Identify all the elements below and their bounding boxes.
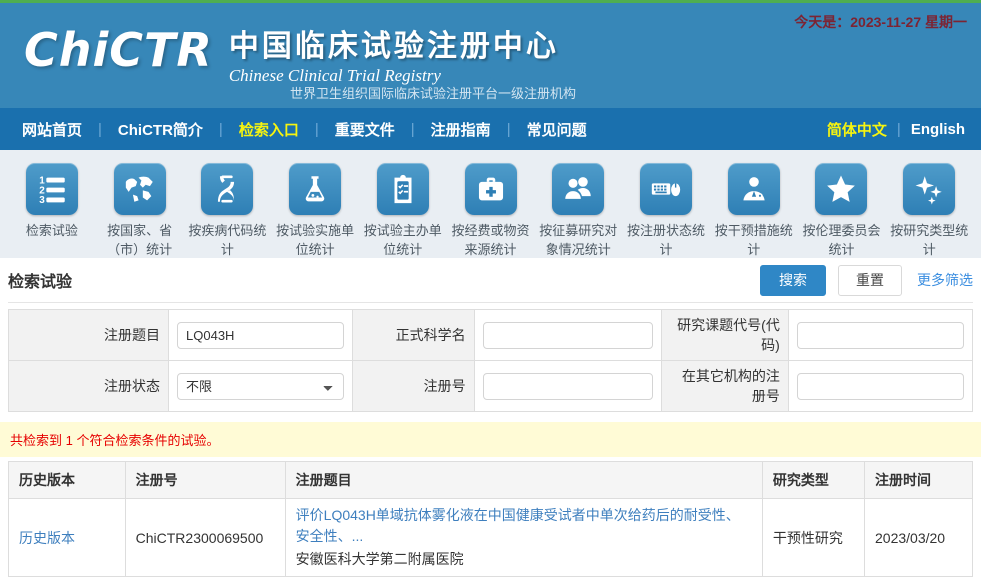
nav-separator: |	[219, 121, 223, 138]
nav-item-guide[interactable]: 注册指南	[425, 119, 497, 140]
reset-button[interactable]: 重置	[838, 265, 902, 296]
dna-icon	[201, 163, 253, 215]
nav-separator: |	[411, 121, 415, 138]
result-summary: 共检索到 1 个符合检索条件的试验。	[0, 422, 981, 457]
quicklink-by-funding-source[interactable]: 按经费或物资来源统计	[447, 163, 535, 248]
quicklink-by-implementing-site[interactable]: 按试验实施单位统计	[271, 163, 359, 248]
star-icon	[815, 163, 867, 215]
field-label-study-code: 研究课题代号(代码)	[661, 310, 788, 361]
col-history-version: 历史版本	[9, 462, 126, 499]
nav-item-documents[interactable]: 重要文件	[329, 119, 401, 140]
medical-bag-icon	[465, 163, 517, 215]
results-table: 历史版本 注册号 注册题目 研究类型 注册时间 历史版本 ChiCTR23000…	[8, 461, 973, 577]
quicklink-by-recruitment[interactable]: 按征募研究对象情况统计	[534, 163, 622, 248]
more-filters-link[interactable]: 更多筛选	[917, 270, 973, 290]
quicklinks-strip: 123 检索试验 按国家、省（市）统计 按疾病代码统计 按试验实施单位统计 按试…	[0, 150, 981, 258]
field-label-registration-title: 注册题目	[9, 310, 169, 361]
site-header: 今天是：2023-11-27 星期一 ChiCTR 中国临床试验注册中心 Chi…	[0, 3, 981, 108]
field-label-registration-number: 注册号	[353, 361, 474, 412]
results-header-row: 历史版本 注册号 注册题目 研究类型 注册时间	[9, 462, 973, 499]
who-platform-subtitle: 世界卫生组织国际临床试验注册平台一级注册机构	[290, 83, 576, 102]
svg-text:3: 3	[39, 195, 45, 206]
chictr-logo: ChiCTR	[24, 19, 213, 81]
site-title-cn: 中国临床试验注册中心	[229, 21, 559, 65]
quicklink-by-disease-code[interactable]: 按疾病代码统计	[183, 163, 271, 248]
flask-icon	[289, 163, 341, 215]
registration-date-cell: 2023/03/20	[865, 499, 973, 577]
registration-title-input[interactable]	[177, 322, 344, 349]
nav-separator: |	[315, 121, 319, 138]
world-map-icon	[114, 163, 166, 215]
quicklink-by-registration-status[interactable]: 按注册状态统计	[622, 163, 710, 248]
search-section-header: 检索试验 搜索 重置 更多筛选	[8, 258, 973, 303]
lang-simplified-chinese[interactable]: 简体中文	[827, 119, 887, 140]
field-label-registration-status: 注册状态	[9, 361, 169, 412]
registration-number-input[interactable]	[483, 373, 653, 400]
history-version-link[interactable]: 历史版本	[19, 530, 75, 546]
col-registration-date: 注册时间	[865, 462, 973, 499]
nav-separator: |	[897, 121, 901, 138]
study-code-input[interactable]	[797, 322, 964, 349]
trial-organization: 安徽医科大学第二附属医院	[296, 549, 752, 570]
nav-item-about[interactable]: ChiCTR简介	[112, 119, 209, 140]
doctor-icon	[728, 163, 780, 215]
nav-separator: |	[98, 121, 102, 138]
quicklink-by-region[interactable]: 按国家、省（市）统计	[96, 163, 184, 248]
search-form: 注册题目 正式科学名 研究课题代号(代码) 注册状态 不限 注册号 在其它机构的…	[8, 309, 973, 412]
registration-number-cell: ChiCTR2300069500	[125, 499, 285, 577]
quicklink-by-sponsor[interactable]: 按试验主办单位统计	[359, 163, 447, 248]
main-nav: 网站首页 | ChiCTR简介 | 检索入口 | 重要文件 | 注册指南 | 常…	[0, 108, 981, 150]
scientific-name-input[interactable]	[483, 322, 653, 349]
page-title: 检索试验	[8, 268, 72, 292]
field-label-scientific-name: 正式科学名	[353, 310, 474, 361]
list-123-icon: 123	[26, 163, 78, 215]
nav-item-home[interactable]: 网站首页	[16, 119, 88, 140]
study-type-cell: 干预性研究	[762, 499, 864, 577]
clipboard-icon	[377, 163, 429, 215]
col-registration-number: 注册号	[125, 462, 285, 499]
table-row: 历史版本 ChiCTR2300069500 评价LQ043H单域抗体雾化液在中国…	[9, 499, 973, 577]
field-label-other-registry-number: 在其它机构的注册号	[661, 361, 788, 412]
search-actions: 搜索 重置 更多筛选	[760, 265, 973, 296]
other-registry-number-input[interactable]	[797, 373, 964, 400]
keyboard-mouse-icon	[640, 163, 692, 215]
col-study-type: 研究类型	[762, 462, 864, 499]
lang-english[interactable]: English	[911, 121, 965, 138]
nav-item-search-entry[interactable]: 检索入口	[233, 119, 305, 140]
quicklink-by-study-type[interactable]: 按研究类型统计	[885, 163, 973, 248]
nav-item-faq[interactable]: 常见问题	[521, 119, 593, 140]
site-titles: 中国临床试验注册中心 Chinese Clinical Trial Regist…	[229, 19, 559, 86]
search-section: 检索试验 搜索 重置 更多筛选 注册题目 正式科学名 研究课题代号(代码) 注册…	[0, 258, 981, 412]
language-switcher: 简体中文 | English	[827, 119, 965, 140]
trial-title-link[interactable]: 评价LQ043H单域抗体雾化液在中国健康受试者中单次给药后的耐受性、安全性、..…	[296, 507, 740, 544]
people-icon	[552, 163, 604, 215]
registration-status-select[interactable]: 不限	[177, 373, 344, 400]
sparkles-icon	[903, 163, 955, 215]
col-registration-title: 注册题目	[285, 462, 762, 499]
quicklink-by-intervention[interactable]: 按干预措施统计	[710, 163, 798, 248]
nav-separator: |	[507, 121, 511, 138]
search-button[interactable]: 搜索	[760, 265, 826, 296]
quicklink-search-trials[interactable]: 123 检索试验	[8, 163, 96, 248]
quicklink-by-ethics-committee[interactable]: 按伦理委员会统计	[798, 163, 886, 248]
today-date: 今天是：2023-11-27 星期一	[794, 12, 967, 32]
